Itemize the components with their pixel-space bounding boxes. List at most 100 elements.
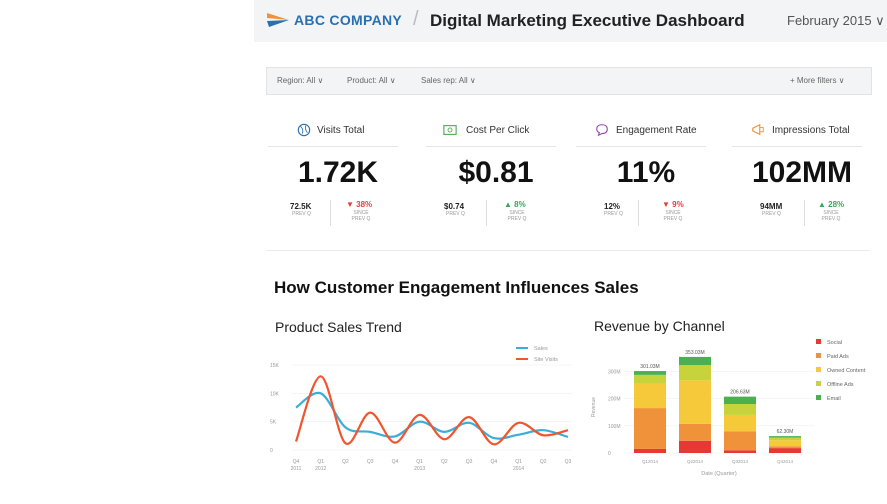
- kpi-label: Impressions Total: [772, 125, 850, 136]
- y-tick-label: 5K: [270, 420, 277, 426]
- delta-caption: SINCE PREV Q: [663, 210, 683, 222]
- x-tick-label: Q1: [317, 459, 324, 465]
- prev-value: 12%: [604, 202, 621, 211]
- product-sales-trend-chart: 15K10K5K0Q42011Q12012Q2 Q3 Q4 Q12013Q2 Q3 Q4 Q…: [270, 346, 572, 472]
- bar-segment-offline-ads: [769, 437, 801, 441]
- delta-value: ▲ 8%: [504, 200, 526, 209]
- kpi-header: Cost Per Click: [426, 120, 556, 147]
- kpi-cost-per-click: Cost Per Click $0.81 $0.74 PREV Q ▲ 8% S…: [426, 120, 566, 230]
- product-filter[interactable]: Product: All ∨: [347, 76, 396, 85]
- bar-segment-owned-content: [634, 383, 666, 409]
- y-tick-label: 100M: [608, 424, 621, 430]
- kpi-label: Cost Per Click: [466, 125, 530, 136]
- chart-title-sales-trend: Product Sales Trend: [275, 319, 402, 335]
- bar-segment-email: [634, 371, 666, 375]
- delta-caption: SINCE PREV Q: [821, 210, 841, 222]
- bar-segment-social: [679, 440, 711, 453]
- bar-total-label: 301.03M: [640, 364, 659, 370]
- x-tick-label: Q32014: [732, 459, 749, 464]
- x-tick-label: Q2: [342, 459, 349, 465]
- kpi-engagement-rate: Engagement Rate 11% 12% PREV Q ▼ 9% SINC…: [576, 120, 716, 230]
- series-line-site-visits: [294, 375, 569, 446]
- kpi-divider: [804, 200, 805, 226]
- y-tick-label: 15K: [270, 363, 280, 369]
- section-divider: [266, 250, 870, 251]
- kpi-value: $0.81: [458, 156, 534, 189]
- legend-label: Site Visits: [534, 357, 558, 363]
- legend-label: Social: [827, 340, 842, 346]
- kpi-visits-total: Visits Total 1.72K 72.5K PREV Q ▼ 38% SI…: [268, 120, 408, 230]
- x-tick-label: Q2: [540, 459, 547, 465]
- prev-caption: PREV Q: [604, 211, 623, 217]
- sales-rep-filter[interactable]: Sales rep: All ∨: [421, 76, 476, 85]
- megaphone-icon: [752, 123, 764, 136]
- x-tick-label: Q3: [466, 459, 473, 465]
- legend-swatch: [816, 395, 821, 400]
- legend-swatch: [816, 367, 821, 372]
- bar-segment-email: [769, 436, 801, 438]
- region-filter[interactable]: Region: All ∨: [277, 76, 323, 85]
- legend-swatch: [816, 381, 821, 386]
- delta-value: ▼ 38%: [346, 200, 373, 209]
- x-tick-label: Q3: [367, 459, 374, 465]
- title-separator: /: [413, 8, 419, 30]
- bar-segment-social: [769, 448, 801, 453]
- delta-caption: SINCE PREV Q: [351, 210, 371, 222]
- legend-label: Sales: [534, 346, 548, 352]
- prev-value: 72.5K: [290, 202, 312, 211]
- header-bar: ABC COMPANY / Digital Marketing Executiv…: [254, 0, 887, 42]
- x-tick-label: 2014: [513, 466, 524, 472]
- kpi-value: 11%: [616, 156, 676, 189]
- bar-segment-offline-ads: [679, 365, 711, 381]
- bar-segment-social: [634, 448, 666, 453]
- x-tick-label: Q4: [490, 459, 497, 465]
- x-tick-label: Q22014: [687, 459, 704, 464]
- kpi-header: Engagement Rate: [576, 120, 706, 147]
- delta-caption: SINCE PREV Q: [507, 210, 527, 222]
- bar-segment-email: [679, 356, 711, 366]
- legend-label: Paid Ads: [827, 354, 849, 360]
- y-axis-label: Revenue: [591, 397, 597, 417]
- x-tick-label: Q3: [565, 459, 572, 465]
- kpi-label: Visits Total: [317, 125, 365, 136]
- x-tick-label: Q4: [392, 459, 399, 465]
- x-tick-label: Q4: [293, 459, 300, 465]
- kpi-header: Impressions Total: [732, 120, 862, 147]
- y-tick-label: 200M: [608, 397, 621, 403]
- page-title: Digital Marketing Executive Dashboard: [430, 11, 745, 30]
- more-filters-button[interactable]: + More filters ∨: [790, 76, 845, 85]
- kpi-value: 102MM: [751, 156, 853, 189]
- delta-value: ▼ 9%: [662, 200, 684, 209]
- delta-value: ▲ 28%: [818, 200, 845, 209]
- prev-caption: PREV Q: [762, 211, 781, 217]
- bar-segment-owned-content: [679, 380, 711, 424]
- x-tick-label: 2012: [315, 466, 326, 472]
- x-tick-label: Q2: [441, 459, 448, 465]
- y-tick-label: 0: [270, 448, 273, 454]
- bar-total-label: 62.30M: [777, 429, 794, 435]
- bar-segment-paid-ads: [769, 446, 801, 449]
- money-icon: [443, 125, 457, 135]
- bar-segment-paid-ads: [679, 423, 711, 441]
- prev-caption: PREV Q: [292, 211, 311, 217]
- section-title: How Customer Engagement Influences Sales: [274, 278, 639, 297]
- x-tick-label: Q42014: [777, 459, 794, 464]
- revenue-by-channel-chart: 0 100M 200M 300M Revenue 301.03M Q12014 353.03M…: [591, 339, 866, 477]
- period-selector[interactable]: February 2015 ∨: [787, 13, 885, 29]
- x-tick-label: Q1: [515, 459, 522, 465]
- company-name: ABC COMPANY: [294, 12, 403, 28]
- bar-segment-social: [724, 450, 756, 453]
- bar-segment-paid-ads: [634, 408, 666, 449]
- kpi-divider: [638, 200, 639, 226]
- x-tick-label: 2013: [414, 466, 425, 472]
- bar-segment-owned-content: [769, 440, 801, 447]
- legend-swatch: [816, 353, 821, 358]
- chart-title-revenue-by-channel: Revenue by Channel: [594, 318, 725, 334]
- filter-bar: Region: All ∨ Product: All ∨ Sales rep: …: [266, 67, 872, 95]
- kpi-divider: [486, 200, 487, 226]
- bar-segment-offline-ads: [724, 404, 756, 415]
- prev-value: 94MM: [760, 202, 783, 211]
- kpi-impressions-total: Impressions Total 102MM 94MM PREV Q ▲ 28…: [732, 120, 872, 230]
- y-tick-label: 0: [608, 451, 611, 457]
- dashboard: ABC COMPANY / Digital Marketing Executiv…: [254, 0, 887, 504]
